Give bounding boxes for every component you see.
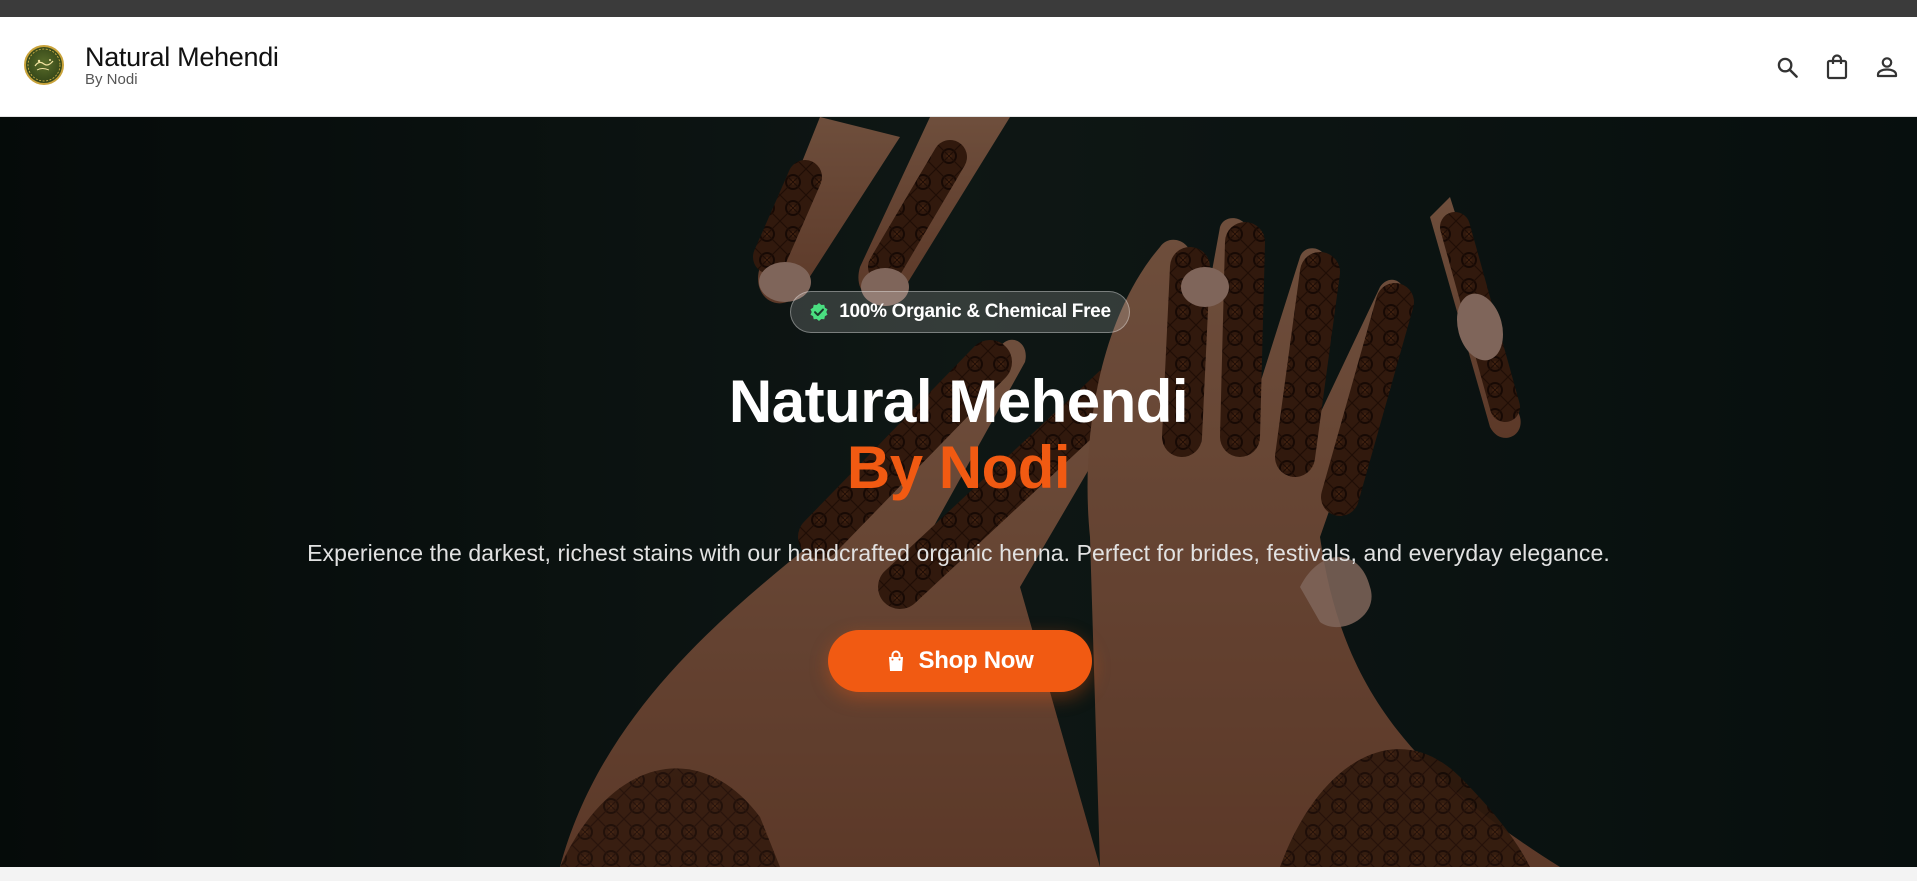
shopping-bag-icon [888, 650, 903, 671]
hero-title: Natural Mehendi [728, 368, 1189, 435]
shopping-bag-icon [1826, 54, 1848, 80]
search-button[interactable] [1775, 53, 1799, 81]
brand-name: Natural Mehendi [85, 42, 279, 72]
site-header: Natural Mehendi By Nodi [0, 17, 1917, 117]
hero-title-accent: By Nodi [846, 434, 1071, 501]
brand-logo [24, 45, 64, 85]
brand-link[interactable]: Natural Mehendi By Nodi [24, 42, 279, 88]
shop-now-button[interactable]: Shop Now [828, 630, 1092, 692]
browser-top-bar [0, 0, 1917, 17]
brand-tagline: By Nodi [85, 71, 138, 88]
shop-now-label: Shop Now [918, 647, 1034, 674]
verified-check-icon [810, 303, 828, 321]
search-icon [1777, 57, 1798, 78]
badge-label: 100% Organic & Chemical Free [839, 301, 1111, 322]
cart-button[interactable] [1825, 53, 1849, 81]
hero-subtitle: Experience the darkest, richest stains w… [307, 540, 1610, 566]
user-icon [1876, 57, 1898, 78]
organic-badge: 100% Organic & Chemical Free [790, 291, 1130, 333]
account-button[interactable] [1875, 53, 1899, 81]
hero-section: 100% Organic & Chemical Free Natural Meh… [0, 117, 1917, 867]
